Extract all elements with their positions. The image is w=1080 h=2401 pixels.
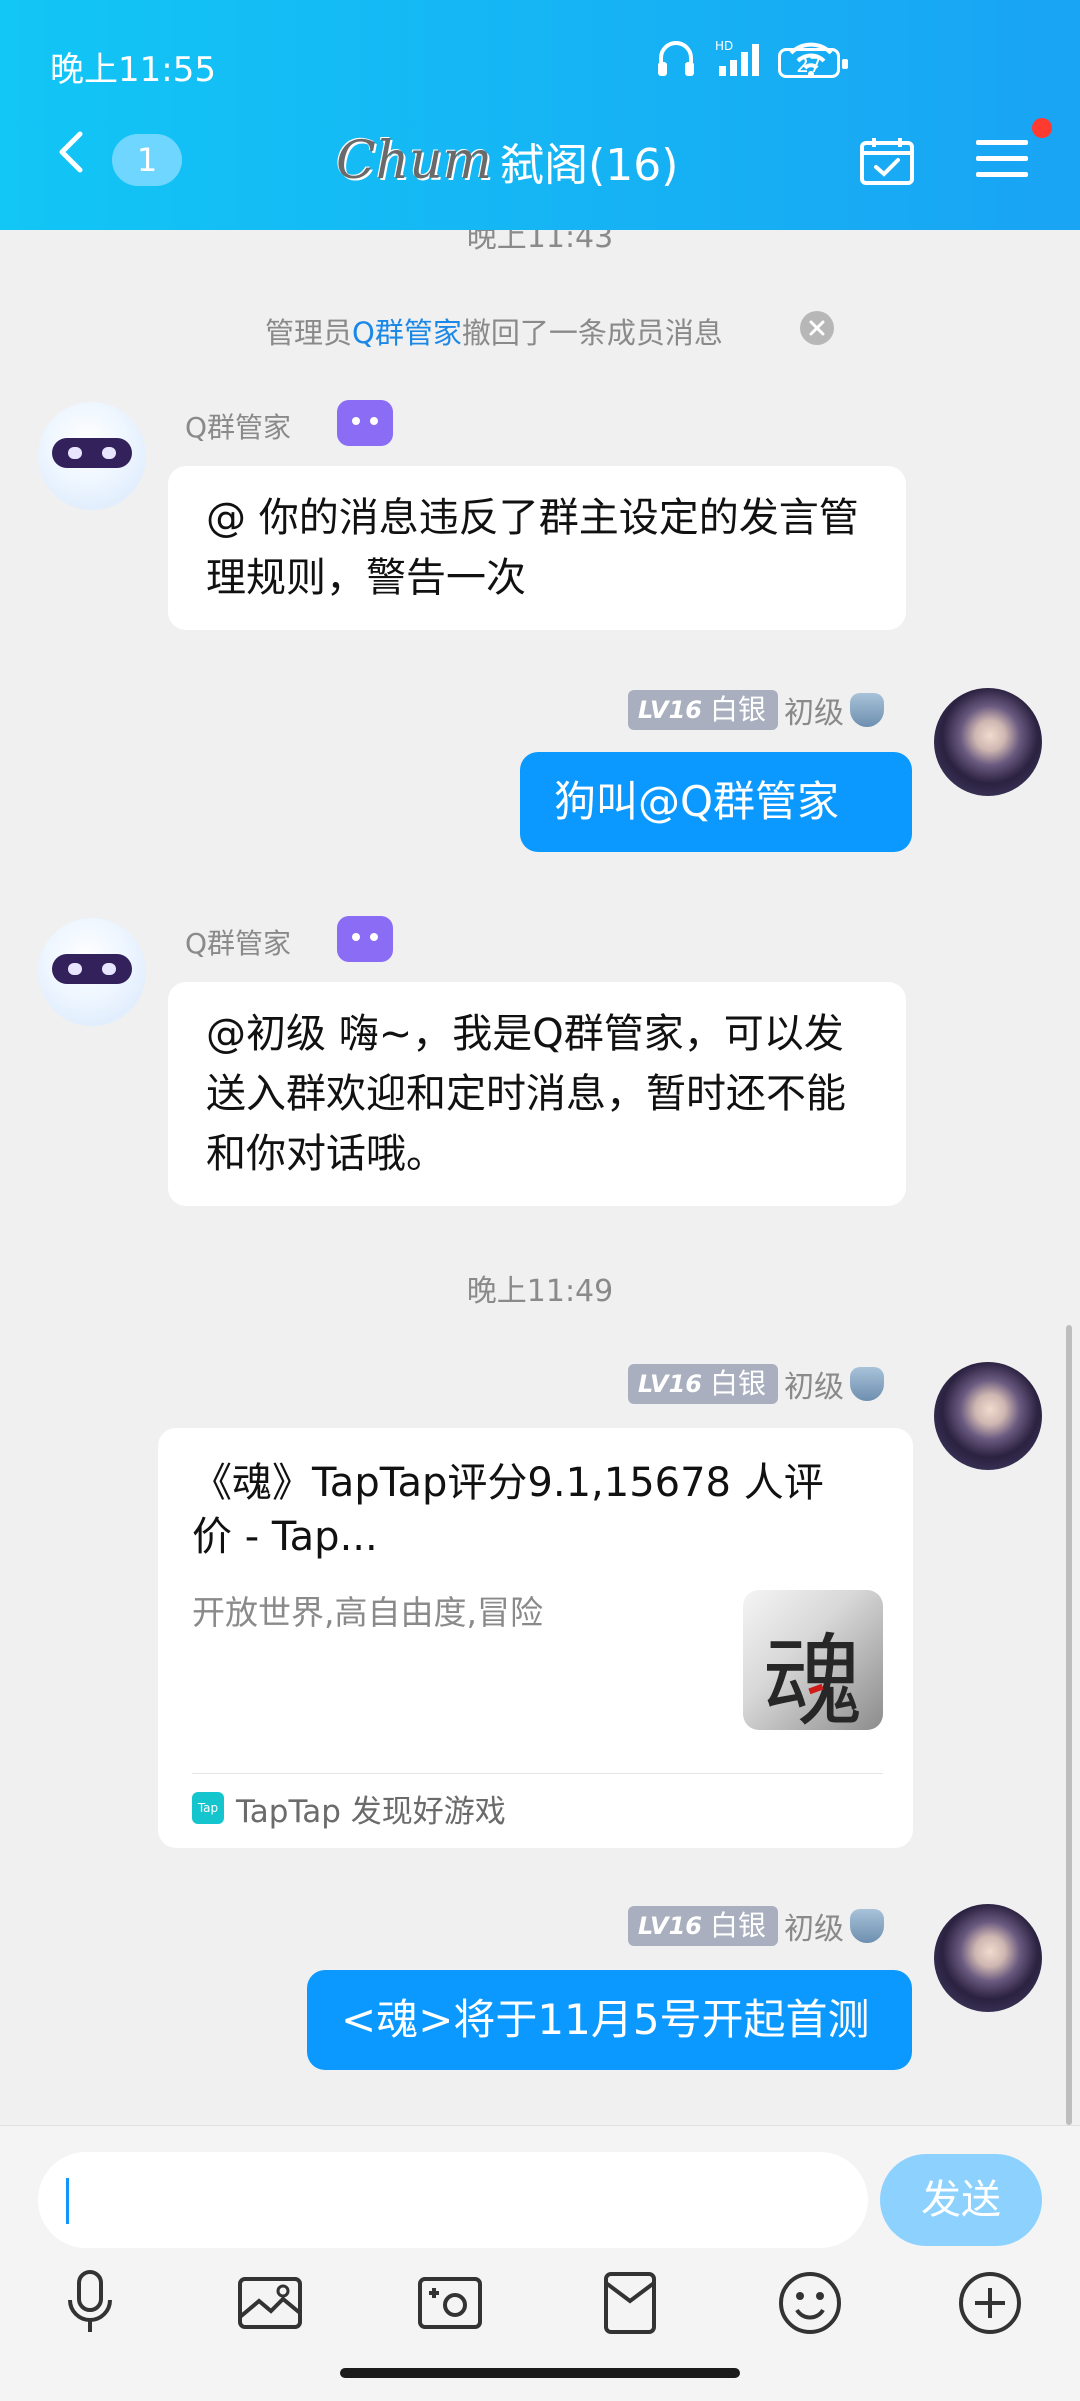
- card-title: 《魂》TapTap评分9.1,15678 人评价 - Tap...: [192, 1460, 824, 1560]
- card-source-label: TapTap 发现好游戏: [236, 1793, 506, 1830]
- user-avatar[interactable]: [934, 1362, 1042, 1470]
- home-indicator[interactable]: [340, 2368, 740, 2378]
- chat-header: 晚上11:55 HD 27 1 Chum 弑阁(16): [0, 0, 1080, 230]
- timestamp: 晚上11:43: [466, 230, 614, 255]
- status-time: 晚上11:55: [50, 50, 216, 90]
- shield-icon: [850, 1909, 884, 1943]
- bot-avatar[interactable]: [38, 402, 146, 510]
- user-avatar[interactable]: [934, 688, 1042, 796]
- member-level: LV16 白银 初级: [628, 1906, 884, 1947]
- menu-icon[interactable]: [976, 138, 1028, 180]
- plus-icon[interactable]: [945, 2258, 1035, 2348]
- card-source: Tap TapTap 发现好游戏: [192, 1788, 506, 1830]
- notification-dot: [1032, 118, 1052, 138]
- headphones-icon: [658, 41, 694, 76]
- red-packet-icon[interactable]: [585, 2258, 675, 2348]
- card-divider: [192, 1773, 883, 1774]
- text-caret: [66, 2178, 69, 2224]
- group-logo: Chum: [336, 131, 493, 191]
- network-type: HD: [715, 39, 733, 53]
- recall-notice: 管理员Q群管家撤回了一条成员消息: [265, 310, 723, 352]
- shield-icon: [850, 1367, 884, 1401]
- card-thumbnail: 魂: [743, 1590, 883, 1730]
- emoji-icon[interactable]: [765, 2258, 855, 2348]
- message-bubble[interactable]: @初级 嗨~，我是Q群管家，可以发送入群欢迎和定时消息，暂时还不能和你对话哦。: [168, 982, 906, 1206]
- message-bubble[interactable]: 狗叫@Q群管家: [520, 752, 912, 852]
- chat-messages[interactable]: 晚上11:43 管理员Q群管家撤回了一条成员消息 Q群管家 @ 你的消息违反了群…: [0, 230, 1080, 2125]
- bot-avatar[interactable]: [38, 918, 146, 1026]
- sender-name: Q群管家: [185, 411, 292, 444]
- unread-badge[interactable]: 1: [112, 134, 182, 186]
- notice-suffix: 撤回了一条成员消息: [461, 316, 723, 350]
- member-title: 初级: [784, 696, 844, 731]
- signal-icon: HD: [715, 39, 759, 76]
- scrollbar[interactable]: [1066, 1325, 1072, 2125]
- robot-icon: [337, 916, 393, 962]
- message-bubble[interactable]: @ 你的消息违反了群主设定的发言管理规则，警告一次: [168, 466, 906, 630]
- back-arrow-icon[interactable]: [50, 130, 94, 174]
- battery-icon: 27: [778, 48, 848, 78]
- link-card[interactable]: 《魂》TapTap评分9.1,15678 人评价 - Tap... 开放世界,高…: [158, 1428, 913, 1848]
- member-title: 初级: [784, 1912, 844, 1947]
- notice-prefix: 管理员: [265, 316, 353, 350]
- level-badge: LV16 白银: [628, 1364, 778, 1404]
- taptap-icon: Tap: [192, 1792, 224, 1824]
- sender-name: Q群管家: [185, 927, 292, 960]
- calendar-check-icon[interactable]: [859, 136, 915, 186]
- chat-title[interactable]: Chum 弑阁(16): [336, 126, 678, 196]
- message-bubble[interactable]: <魂>将于11月5号开起首测: [307, 1970, 912, 2070]
- member-title: 初级: [784, 1370, 844, 1405]
- notice-admin-link[interactable]: Q群管家: [352, 316, 462, 350]
- send-button[interactable]: 发送: [880, 2154, 1042, 2246]
- card-description: 开放世界,高自由度,冒险: [192, 1593, 543, 1632]
- input-bar: 发送: [0, 2125, 1080, 2401]
- message-input[interactable]: [38, 2152, 868, 2248]
- level-badge: LV16 白银: [628, 690, 778, 730]
- member-level: LV16 白银 初级: [628, 1364, 884, 1405]
- shield-icon: [850, 693, 884, 727]
- level-badge: LV16 白银: [628, 1906, 778, 1946]
- image-icon[interactable]: [225, 2258, 315, 2348]
- user-avatar[interactable]: [934, 1904, 1042, 2012]
- close-icon[interactable]: [800, 311, 834, 345]
- robot-icon: [337, 400, 393, 446]
- member-level: LV16 白银 初级: [628, 690, 884, 731]
- camera-icon[interactable]: [405, 2258, 495, 2348]
- microphone-icon[interactable]: [45, 2258, 135, 2348]
- group-title: 弑阁(16): [500, 140, 679, 191]
- timestamp: 晚上11:49: [466, 1274, 614, 1309]
